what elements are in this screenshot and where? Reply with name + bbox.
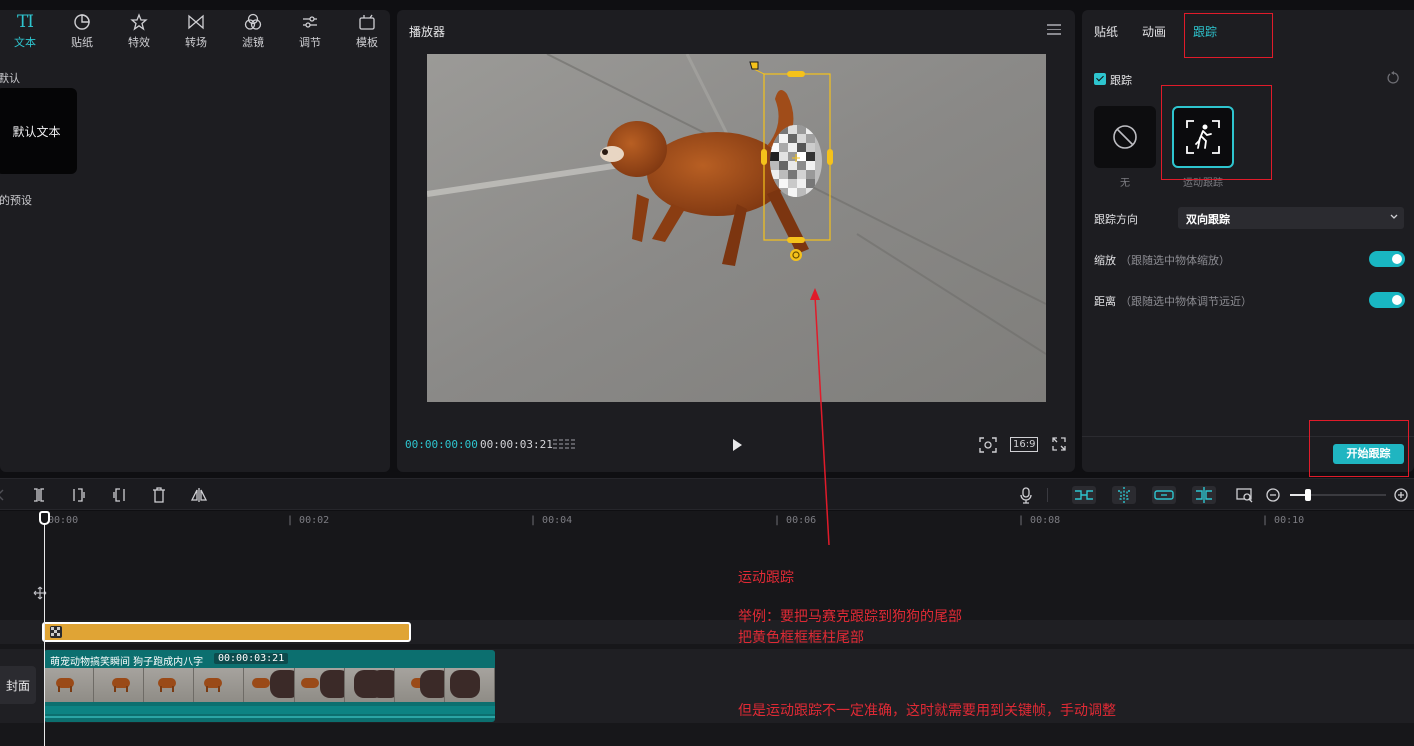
reset-icon[interactable] [1387,71,1401,88]
default-text-card[interactable]: 默认文本 [0,88,77,174]
tick-label: 00:00 [48,515,79,526]
timeline[interactable]: 00:00 | 00:02 | 00:04 | 00:06 | 00:08 | … [0,511,1414,746]
effects-icon [130,12,148,32]
screen-zoom-icon[interactable] [1236,486,1254,504]
timeline-toolbar [0,478,1414,510]
annotation-box-start [1309,420,1409,477]
tab-template[interactable]: 模板 [342,12,392,52]
section-presets-label: 我的预设 [0,194,32,207]
left-panel: TI 文本 贴纸 特效 转场 滤镜 调节 模板 默认 默认文本 的预设 [0,10,390,472]
tick-label: | 00:06 [774,515,817,526]
option-none-caption: 无 [1120,178,1130,189]
tab-animation[interactable]: 动画 [1142,23,1166,40]
direction-select[interactable]: 双向跟踪 [1178,207,1404,229]
fit-screen-icon[interactable] [979,437,997,456]
tick-label: | 00:10 [1262,515,1305,526]
no-icon [1113,125,1137,149]
undo-icon[interactable] [0,486,10,504]
preview-axis-icon[interactable] [1192,486,1216,504]
video-clip[interactable]: 萌宠动物搞笑瞬间 狗子跑成内八字 00:00:03:21 [44,650,495,722]
tab-adjust[interactable]: 调节 [285,12,335,52]
player-panel: 播放器 00:00:00:00 00:00:03:21 16:9 [397,10,1075,472]
tab-sticker[interactable]: 贴纸 [57,12,107,52]
current-time: 00:00:00:00 [405,438,478,451]
zoom-out-icon[interactable] [1265,486,1283,504]
mosaic-sticker-clip[interactable] [42,622,411,642]
tracking-checkbox[interactable] [1094,73,1106,85]
player-title: 播放器 [409,25,446,39]
tab-effects[interactable]: 特效 [114,12,164,52]
mosaic-icon [50,626,62,638]
video-preview[interactable] [427,54,1046,402]
annotation-text: 把黄色框框框柱尾部 [738,630,864,646]
auto-snap-icon[interactable] [1112,486,1136,504]
playhead-line [44,517,45,746]
text-icon: TI [16,12,34,32]
tracking-option-none[interactable] [1094,106,1156,168]
scale-label: 缩放 （跟随选中物体缩放） [1094,254,1230,267]
annotation-box-tab [1184,13,1273,58]
tab-transition[interactable]: 转场 [171,12,221,52]
transition-icon [187,12,205,32]
adjust-icon [301,12,319,32]
split-icon[interactable] [30,486,48,504]
chevron-down-icon [1390,214,1398,219]
tick-label: | 00:08 [1018,515,1061,526]
tick-label: | 00:02 [287,515,330,526]
linkage-icon[interactable] [1152,486,1176,504]
zoom-slider-handle[interactable] [1305,489,1311,501]
clip-title: 萌宠动物搞笑瞬间 狗子跑成内八字 [50,657,204,668]
distance-label: 距离 （跟随选中物体调节远近） [1094,295,1252,308]
filter-icon [244,12,262,32]
playhead-handle[interactable] [39,511,50,525]
tool-tabs: TI 文本 贴纸 特效 转场 滤镜 调节 模板 [0,10,390,54]
annotation-box-motion [1161,85,1272,180]
waveform-icon[interactable] [553,438,575,455]
player-controls: 00:00:00:00 00:00:03:21 16:9 [397,430,1075,460]
clip-thumbnails [44,668,495,702]
trim-left-icon[interactable] [70,486,88,504]
zoom-in-icon[interactable] [1392,486,1410,504]
clip-duration: 00:00:03:21 [214,653,289,664]
sticker-icon [73,12,91,32]
tab-filter[interactable]: 滤镜 [228,12,278,52]
microphone-icon[interactable] [1017,486,1035,504]
direction-label: 跟踪方向 [1094,213,1138,226]
tracking-label: 跟踪 [1110,74,1132,87]
annotation-text: 但是运动跟踪不一定准确，这时就需要用到关键帧，手动调整 [738,703,1116,719]
zoom-slider-track[interactable] [1290,489,1386,501]
mirror-icon[interactable] [190,486,208,504]
properties-panel: 贴纸 动画 跟踪 跟踪 无 运动跟踪 跟踪方向 双向跟踪 缩放 （跟随选中物体缩放… [1082,10,1414,472]
scale-toggle[interactable] [1369,251,1405,267]
tick-label: | 00:04 [530,515,573,526]
tab-sticker-props[interactable]: 贴纸 [1094,23,1118,40]
trim-right-icon[interactable] [110,486,128,504]
aspect-ratio-button[interactable]: 16:9 [1010,437,1039,452]
section-default-label: 默认 [0,72,20,85]
fullscreen-icon[interactable] [1052,437,1066,454]
tab-text[interactable]: TI 文本 [0,12,50,52]
distance-toggle[interactable] [1369,292,1405,308]
menu-icon[interactable] [1047,24,1061,36]
video-frame-image [427,54,1046,402]
delete-icon[interactable] [150,486,168,504]
cover-button[interactable]: 封面 [0,666,36,704]
main-track-magnet-icon[interactable] [1072,486,1096,504]
total-time: 00:00:03:21 [480,438,553,451]
play-icon[interactable] [730,438,744,455]
annotation-text: 举例：要把马赛克跟踪到狗狗的尾部 [738,609,962,625]
template-icon [358,12,376,32]
annotation-text: 运动跟踪 [738,570,794,586]
